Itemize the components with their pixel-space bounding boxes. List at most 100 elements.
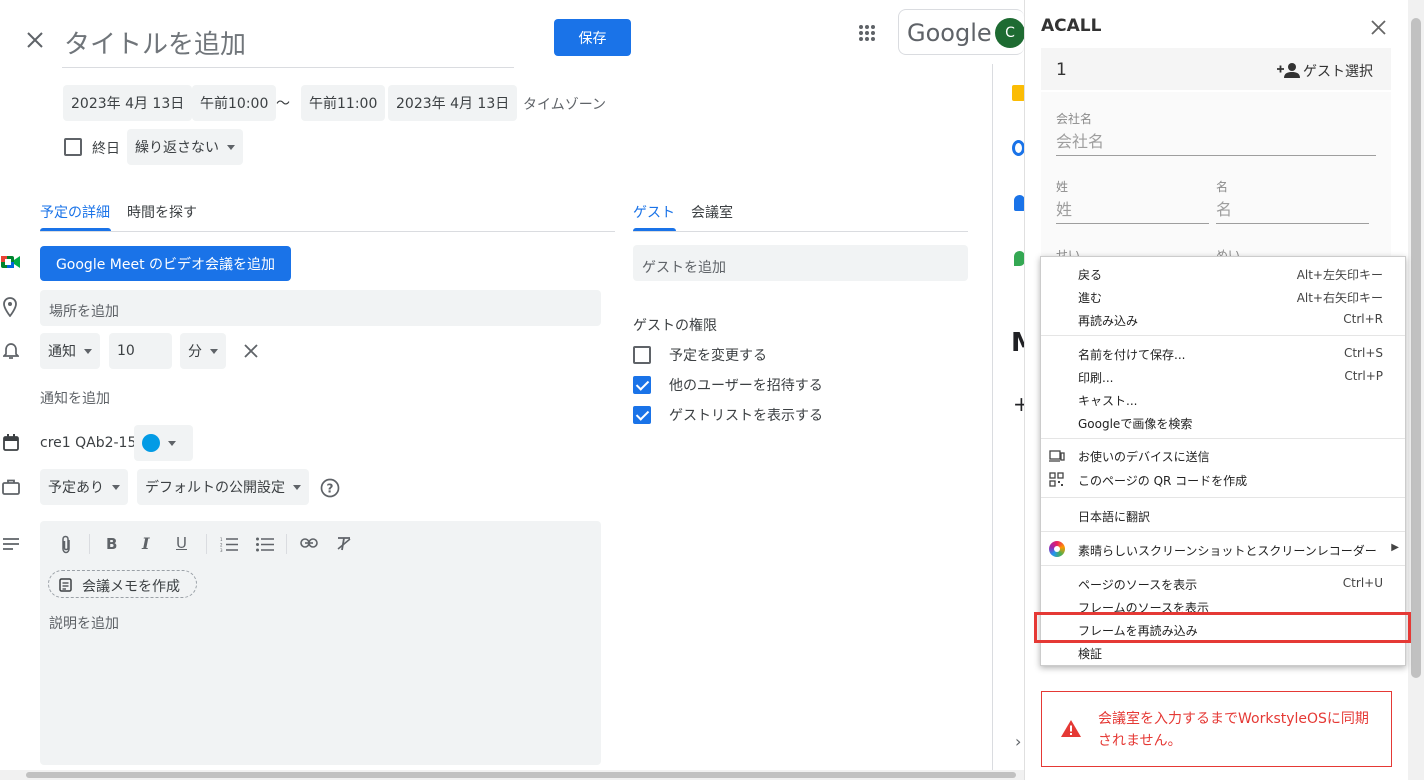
busy-dropdown[interactable]: 予定あり [40, 469, 128, 505]
last-name-input[interactable]: 姓 [1056, 196, 1072, 220]
svg-text:?: ? [327, 482, 334, 496]
remove-notification-icon[interactable] [244, 344, 258, 358]
menu-item-label: 進む [1078, 291, 1103, 305]
help-icon[interactable]: ? [320, 478, 340, 498]
underline-icon[interactable]: U [176, 534, 187, 552]
bulleted-list-icon[interactable] [256, 537, 274, 552]
meeting-notes-button[interactable]: 会議メモを作成 [48, 570, 197, 598]
tab-details[interactable]: 予定の詳細 [40, 202, 110, 222]
menu-item-search-image[interactable]: Googleで画像を検索 [1041, 411, 1405, 434]
permission-invite-checkbox[interactable] [633, 376, 651, 394]
add-meet-button[interactable]: Google Meet のビデオ会議を追加 [40, 246, 291, 281]
save-button[interactable]: 保存 [554, 19, 631, 56]
tab-guests[interactable]: ゲスト [633, 202, 675, 222]
calendar-icon [3, 434, 19, 451]
apps-grid-icon[interactable] [858, 24, 876, 42]
permission-seelist-checkbox[interactable] [633, 406, 651, 424]
toolbar-divider [89, 534, 90, 554]
person-add-icon [1277, 63, 1300, 78]
first-name-underline [1216, 223, 1369, 224]
menu-item-shortcut: Ctrl+R [1343, 312, 1383, 326]
horizontal-scrollbar-thumb[interactable] [26, 772, 1016, 778]
description-editor[interactable]: B I U 123 会議メモを作成 説明を追加 [40, 521, 601, 765]
end-time[interactable]: 午前11:00 [301, 85, 386, 121]
start-time[interactable]: 午前10:00 [192, 85, 277, 121]
clear-formatting-icon[interactable] [336, 536, 352, 552]
menu-item-translate[interactable]: 日本語に翻訳 [1041, 504, 1405, 527]
menu-item-send-to-device[interactable]: お使いのデバイスに送信 [1041, 444, 1405, 467]
bold-icon[interactable]: B [106, 535, 117, 553]
notify-value-input[interactable]: 10 [109, 333, 172, 369]
briefcase-icon [2, 479, 20, 495]
permission-modify-checkbox[interactable] [633, 346, 651, 364]
menu-separator [1041, 438, 1405, 439]
company-label: 会社名 [1056, 112, 1093, 126]
attachment-icon[interactable] [60, 535, 72, 555]
form-area [1041, 92, 1391, 262]
add-notification-link[interactable]: 通知を追加 [40, 388, 110, 408]
time-separator: 〜 [276, 96, 290, 112]
tab-rooms[interactable]: 会議室 [691, 202, 733, 222]
warning-icon [1061, 720, 1081, 737]
svg-text:3: 3 [220, 548, 223, 552]
description-icon [3, 538, 19, 550]
menu-item-label: このページの QR コードを作成 [1078, 474, 1248, 488]
horizontal-scrollbar[interactable] [0, 770, 1024, 780]
google-account-chip[interactable]: Google C [898, 9, 1025, 55]
avatar[interactable]: C [995, 18, 1025, 48]
close-icon[interactable] [26, 31, 44, 49]
menu-item-view-source[interactable]: ページのソースを表示 Ctrl+U [1041, 572, 1405, 595]
menu-item-forward[interactable]: 進む Alt+右矢印キー [1041, 285, 1405, 308]
calendar-name: cre1 QAb2-15 [40, 435, 137, 451]
repeat-dropdown[interactable]: 繰り返さない [127, 129, 243, 165]
toolbar-divider [286, 534, 287, 554]
meet-icon [1, 256, 20, 268]
menu-item-qr-code[interactable]: このページの QR コードを作成 [1041, 468, 1405, 491]
context-menu: 戻る Alt+左矢印キー 進む Alt+右矢印キー 再読み込み Ctrl+R 名前を付… [1040, 256, 1406, 666]
menu-item-save-as[interactable]: 名前を付けて保存... Ctrl+S [1041, 342, 1405, 365]
submenu-arrow-icon: ▶ [1391, 542, 1399, 553]
end-date[interactable]: 2023年 4月 13日 [388, 85, 518, 121]
visibility-dropdown[interactable]: デフォルトの公開設定 [137, 469, 309, 505]
guest-input[interactable]: ゲストを追加 [633, 245, 968, 281]
menu-item-inspect[interactable]: 検証 [1041, 641, 1405, 664]
qr-code-icon [1049, 472, 1064, 487]
notify-type-value: 通知 [48, 344, 76, 360]
highlight-box [1034, 612, 1411, 643]
start-date[interactable]: 2023年 4月 13日 [63, 85, 193, 121]
menu-item-print[interactable]: 印刷... Ctrl+P [1041, 365, 1405, 388]
notify-type-dropdown[interactable]: 通知 [40, 333, 100, 369]
timezone-link[interactable]: タイムゾーン [523, 94, 606, 114]
menu-item-cast[interactable]: キャスト... [1041, 388, 1405, 411]
location-input[interactable]: 場所を追加 [40, 290, 601, 326]
menu-item-label: キャスト... [1078, 394, 1138, 408]
menu-item-reload[interactable]: 再読み込み Ctrl+R [1041, 308, 1405, 331]
italic-icon[interactable]: I [142, 534, 149, 553]
title-input[interactable]: タイトルを追加 [62, 18, 514, 68]
allday-label: 終日 [92, 141, 120, 157]
svg-text:1: 1 [220, 537, 223, 542]
expand-icon[interactable]: › [1015, 732, 1021, 751]
guest-count-row: 1 ゲスト選択 [1041, 48, 1391, 90]
first-name-input[interactable]: 名 [1216, 196, 1232, 220]
panel-close-icon[interactable] [1371, 20, 1386, 35]
location-placeholder: 場所を追加 [49, 304, 119, 320]
calendar-color-dropdown[interactable] [134, 425, 193, 461]
page-scrollbar-thumb[interactable] [1411, 18, 1421, 678]
tab-find-time[interactable]: 時間を探す [127, 202, 197, 222]
toolbar-divider [206, 534, 207, 554]
company-input[interactable]: 会社名 [1056, 128, 1104, 152]
menu-item-label: 日本語に翻訳 [1078, 510, 1151, 524]
numbered-list-icon[interactable]: 123 [220, 537, 238, 552]
google-logo: Google [907, 19, 992, 47]
avatar-letter: C [1005, 25, 1015, 41]
menu-item-screenshot-extension[interactable]: 素晴らしいスクリーンショットとスクリーンレコーダー ▶ [1041, 538, 1405, 561]
menu-item-back[interactable]: 戻る Alt+左矢印キー [1041, 262, 1405, 285]
link-icon[interactable] [300, 538, 318, 548]
last-name-underline [1056, 223, 1209, 224]
menu-item-shortcut: Alt+右矢印キー [1296, 291, 1383, 305]
allday-checkbox[interactable] [64, 138, 82, 156]
notify-unit-dropdown[interactable]: 分 [180, 333, 226, 369]
permission-modify-label: 予定を変更する [669, 348, 767, 364]
notify-unit-value: 分 [188, 344, 202, 360]
